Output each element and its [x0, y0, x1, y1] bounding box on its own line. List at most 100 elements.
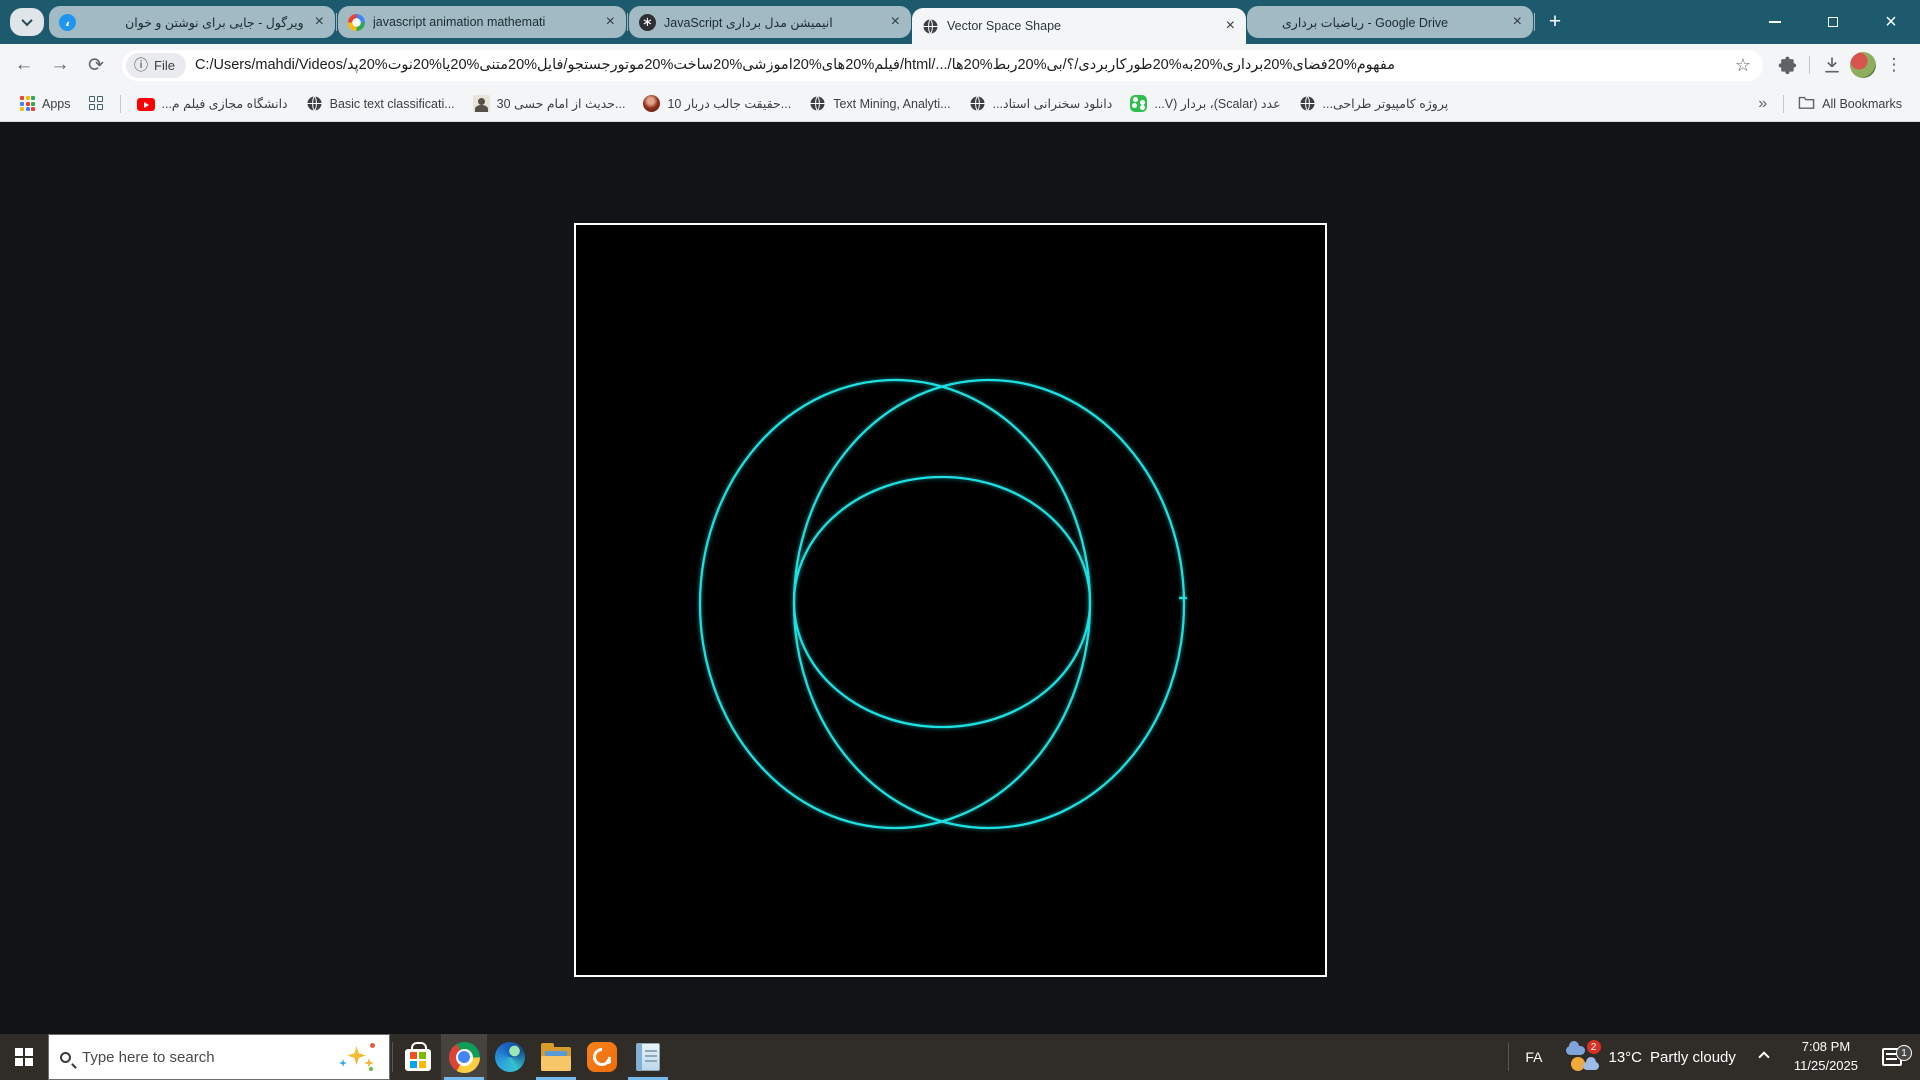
action-center-button[interactable]: 1	[1870, 1048, 1914, 1066]
squares-grid-icon	[89, 96, 104, 111]
close-tab-icon[interactable]: ×	[1223, 18, 1238, 34]
taskbar-store-button[interactable]	[395, 1034, 441, 1080]
windows-logo-icon	[15, 1048, 33, 1066]
close-button[interactable]: ×	[1862, 0, 1920, 44]
restore-button[interactable]	[1804, 0, 1862, 44]
search-icon	[60, 1052, 71, 1063]
tab-chatgpt[interactable]: ∗ JavaScript انیمیشن مدل برداری ×	[629, 6, 911, 38]
bookmark-grid-button[interactable]	[83, 96, 110, 111]
apps-shortcut[interactable]: Apps	[14, 96, 77, 111]
bookmark-label: Text Mining, Analyti...	[833, 97, 950, 111]
bookmark-item[interactable]: 10 حقیقت جالب دربار...	[637, 95, 797, 112]
bookmark-label: دانشگاه مجازی فیلم م...	[162, 96, 288, 111]
circles-drawing	[576, 225, 1325, 975]
window-controls: ×	[1746, 0, 1920, 44]
globe-icon	[809, 95, 826, 112]
new-tab-button[interactable]: +	[1541, 8, 1569, 36]
restore-window-icon	[1828, 17, 1838, 27]
copilot-sparkles-icon[interactable]	[338, 1040, 378, 1074]
reload-button[interactable]: ⟳	[80, 50, 112, 80]
folder-icon	[1798, 95, 1815, 113]
forward-button[interactable]: →	[44, 50, 76, 80]
weather-widget[interactable]: 2 13°C Partly cloudy	[1557, 1040, 1744, 1074]
bookmark-item[interactable]: 30 حدیث از امام حسی...	[467, 95, 632, 112]
globe-icon	[922, 18, 939, 35]
edge-icon	[495, 1042, 525, 1072]
virgool-icon: ،	[59, 14, 76, 31]
bookmark-item[interactable]: عدد (Scalar)، بردار (V...	[1124, 95, 1286, 112]
minimize-icon	[1769, 21, 1781, 23]
taskbar: Type here to search FA 2 13°C	[0, 1034, 1920, 1080]
close-tab-icon[interactable]: ×	[312, 14, 327, 30]
time-text: 7:08 PM	[1794, 1038, 1858, 1057]
tab-title: ویرگول - جایی برای نوشتن و خوان	[84, 15, 304, 30]
bookmark-item[interactable]: پروژه کامپیوتر طراحی...	[1293, 95, 1455, 112]
extensions-puzzle-icon[interactable]	[1773, 51, 1801, 79]
info-icon: ⓘ	[134, 55, 148, 75]
tab-google-search[interactable]: javascript animation mathemati ×	[338, 6, 626, 38]
profile-avatar[interactable]	[1850, 52, 1876, 78]
bookmark-item[interactable]: دانلود سخنرانی استاد...	[963, 95, 1119, 112]
language-indicator[interactable]: FA	[1513, 1049, 1554, 1065]
globe-icon	[306, 95, 323, 112]
globe-icon	[1299, 95, 1316, 112]
clock-widget[interactable]: 7:08 PM 11/25/2025	[1784, 1038, 1868, 1076]
tab-search-button[interactable]	[10, 8, 44, 36]
notification-badge: 1	[1896, 1045, 1912, 1061]
aparat-icon	[1130, 95, 1147, 112]
taskbar-notepad-button[interactable]	[625, 1034, 671, 1080]
bookmark-label: عدد (Scalar)، بردار (V...	[1154, 96, 1280, 111]
minimize-button[interactable]	[1746, 0, 1804, 44]
site-info-label: File	[154, 58, 175, 73]
taskbar-file-explorer-button[interactable]	[533, 1034, 579, 1080]
bookmarks-divider	[1783, 95, 1784, 113]
bookmarks-overflow-chevron[interactable]: »	[1752, 95, 1773, 113]
tab-virgool[interactable]: ، ویرگول - جایی برای نوشتن و خوان ×	[49, 6, 335, 38]
start-button[interactable]	[0, 1034, 48, 1080]
chatgpt-icon: ∗	[639, 14, 656, 31]
bookmark-item[interactable]: دانشگاه مجازی فیلم م...	[131, 96, 294, 111]
bookmark-label: 30 حدیث از امام حسی...	[497, 96, 626, 111]
site-info-chip[interactable]: ⓘ File	[126, 53, 186, 78]
tab-google-drive[interactable]: ریاضیات برداری - Google Drive ×	[1247, 6, 1533, 38]
bookmark-star-icon[interactable]: ☆	[1735, 55, 1751, 76]
toolbar: ← → ⟳ ⓘ File C:/Users/mahdi/Videos/فیلم%…	[0, 44, 1920, 86]
bookmarks-bar: Apps دانشگاه مجازی فیلم م... Basic text …	[0, 86, 1920, 122]
close-tab-icon[interactable]: ×	[603, 14, 618, 30]
notepad-icon	[636, 1043, 660, 1071]
close-tab-icon[interactable]: ×	[1510, 14, 1525, 30]
taskbar-edge-button[interactable]	[487, 1034, 533, 1080]
system-tray: FA 2 13°C Partly cloudy 7:08 PM 11/25/20…	[1506, 1034, 1920, 1080]
bookmark-item[interactable]: Basic text classificati...	[300, 95, 461, 112]
close-icon: ×	[1885, 12, 1897, 32]
taskbar-separator	[392, 1042, 393, 1072]
chrome-icon	[449, 1042, 480, 1073]
all-bookmarks-button[interactable]: All Bookmarks	[1794, 95, 1906, 113]
page-content	[0, 122, 1920, 1034]
bookmark-item[interactable]: Text Mining, Analyti...	[803, 95, 956, 112]
tab-vector-space-shape[interactable]: Vector Space Shape ×	[912, 8, 1246, 44]
youtube-icon	[137, 98, 155, 111]
url-text: C:/Users/mahdi/Videos/فیلم%20های%20اموزش…	[195, 57, 1722, 73]
tab-title: javascript animation mathemati	[373, 15, 595, 29]
taskbar-search[interactable]: Type here to search	[48, 1034, 390, 1080]
tab-separator	[336, 13, 337, 31]
apps-label: Apps	[42, 97, 71, 111]
bookmark-label: 10 حقیقت جالب دربار...	[667, 96, 791, 111]
tray-separator	[1508, 1043, 1509, 1071]
date-text: 11/25/2025	[1794, 1057, 1858, 1076]
apps-grid-icon	[20, 96, 35, 111]
show-hidden-icons-button[interactable]	[1746, 1053, 1782, 1061]
all-bookmarks-label: All Bookmarks	[1822, 97, 1902, 111]
browser-menu-icon[interactable]: ⋮	[1880, 51, 1908, 79]
taskbar-chrome-button[interactable]	[441, 1034, 487, 1080]
red-circle-icon	[643, 95, 660, 112]
downloads-icon[interactable]	[1818, 51, 1846, 79]
back-button[interactable]: ←	[8, 50, 40, 80]
address-bar[interactable]: ⓘ File C:/Users/mahdi/Videos/فیلم%20های%…	[122, 50, 1763, 81]
weather-condition-text: Partly cloudy	[1650, 1049, 1736, 1066]
taskbar-eitaa-button[interactable]	[579, 1034, 625, 1080]
close-tab-icon[interactable]: ×	[888, 14, 903, 30]
weather-badge: 2	[1587, 1040, 1601, 1054]
file-explorer-icon	[541, 1047, 571, 1071]
